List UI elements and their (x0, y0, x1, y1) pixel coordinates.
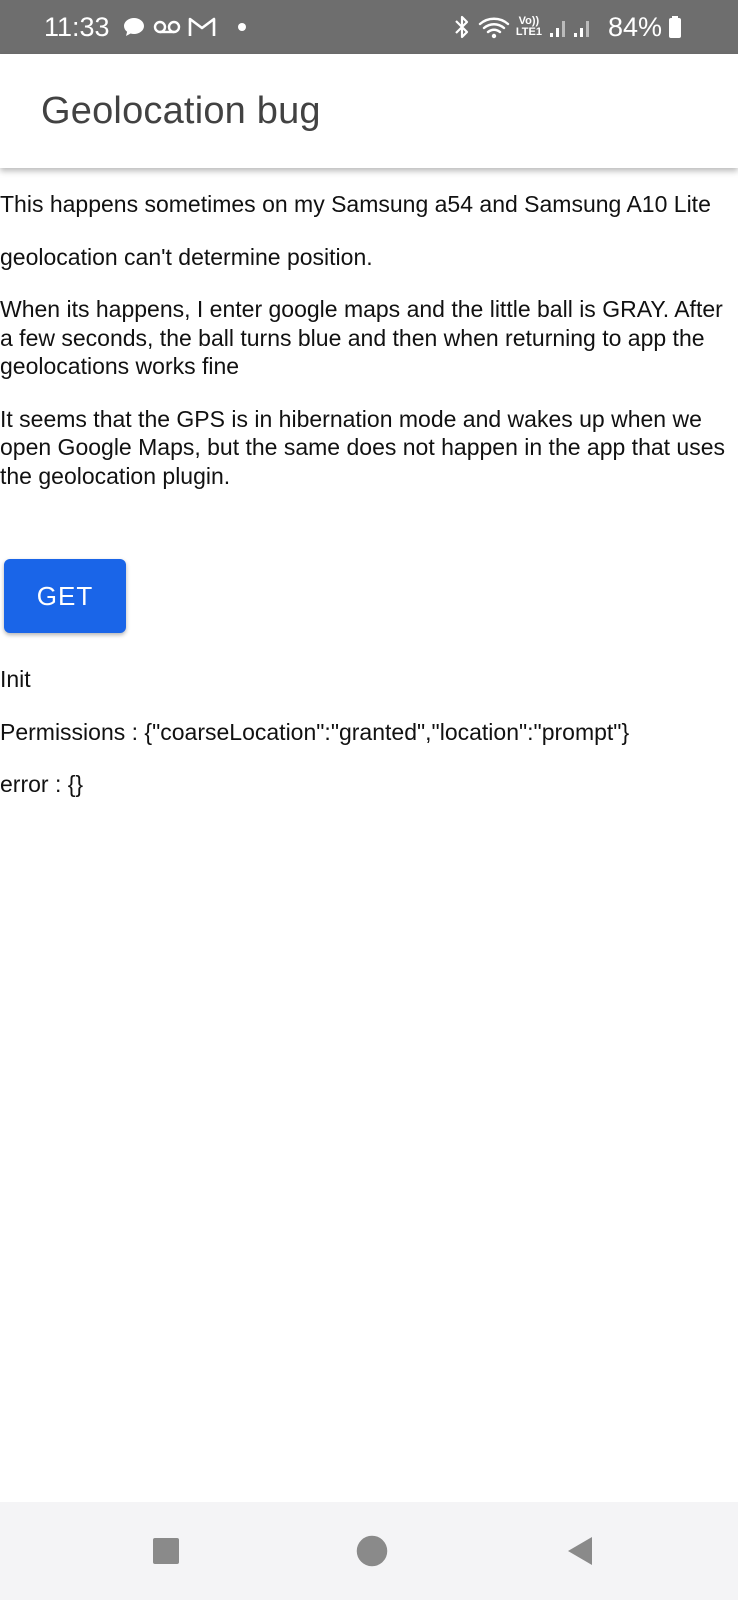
recents-icon (153, 1538, 179, 1564)
voicemail-icon (152, 17, 182, 37)
home-button[interactable] (327, 1502, 417, 1600)
back-icon (568, 1537, 592, 1565)
paragraph: When its happens, I enter google maps an… (0, 296, 723, 379)
navigation-bar (0, 1502, 738, 1600)
get-button[interactable]: GET (4, 559, 126, 633)
page-title: Geolocation bug (41, 89, 321, 132)
log-line: Init (0, 666, 31, 692)
battery-icon (668, 15, 682, 39)
chat-icon (122, 15, 146, 39)
bluetooth-icon (452, 14, 472, 40)
log-line: Permissions : {"coarseLocation":"granted… (0, 718, 630, 745)
app-header: Geolocation bug (0, 54, 738, 168)
paragraph: This happens sometimes on my Samsung a54… (0, 191, 711, 217)
status-time: 11:33 (44, 11, 110, 42)
gmail-icon (188, 16, 216, 38)
recents-button[interactable] (121, 1502, 211, 1600)
signal-icon (548, 15, 596, 39)
content: This happens sometimes on my Samsung a54… (0, 190, 732, 514)
log-line: error : {} (0, 771, 84, 797)
back-button[interactable] (535, 1502, 625, 1600)
paragraph: geolocation can't determine position. (0, 243, 373, 270)
battery-percent: 84% (607, 11, 662, 42)
paragraph: It seems that the GPS is in hibernation … (0, 405, 726, 489)
home-icon (356, 1535, 388, 1567)
network-type-label: Vo)) LTE1 (515, 15, 542, 38)
status-bar: 11:33 Vo)) LTE1 84% (0, 0, 738, 54)
dot-icon (237, 23, 246, 31)
wifi-icon (478, 15, 510, 39)
log-output: Init Permissions : {"coarseLocation":"gr… (0, 665, 732, 823)
